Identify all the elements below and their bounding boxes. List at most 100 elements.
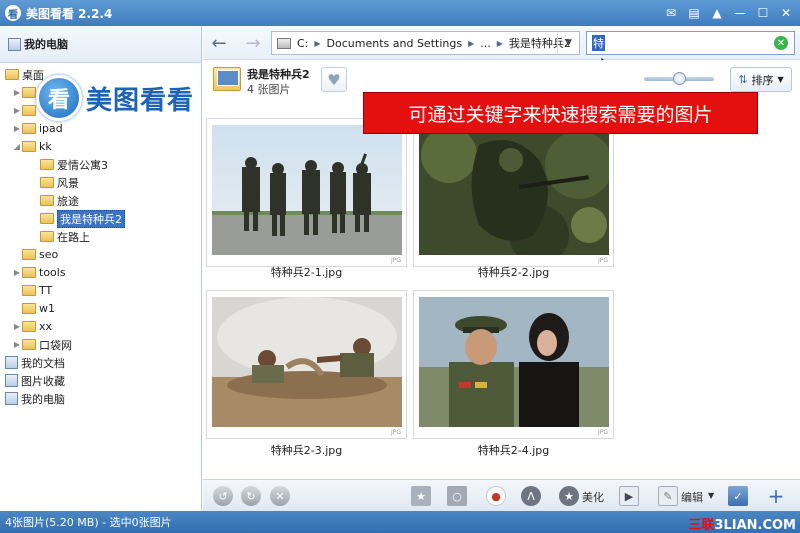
- tree-item-label: 我的文档: [21, 356, 65, 370]
- message-icon[interactable]: ✉: [661, 3, 681, 22]
- slider-thumb[interactable]: [673, 72, 686, 85]
- tree-item-my-documents[interactable]: 我的文档: [5, 354, 65, 371]
- share-qzone-icon[interactable]: ○: [447, 486, 467, 506]
- sort-button[interactable]: ⇅ 排序 ▼: [730, 67, 792, 92]
- expand-arrow-icon[interactable]: ▶: [12, 322, 22, 331]
- tree-item-woshitezhongbing2[interactable]: 我是特种兵2: [40, 209, 125, 228]
- folder-icon: [22, 267, 36, 278]
- chevron-down-icon: ▼: [777, 75, 784, 84]
- breadcrumb-separator-icon[interactable]: ▶: [465, 39, 477, 48]
- tree-item-xx[interactable]: ▶ xx: [12, 318, 52, 335]
- watermark: 三联3LIAN.COM: [688, 514, 796, 533]
- edit-icon[interactable]: ✎: [658, 486, 678, 506]
- watermark-red-text: 三联: [688, 518, 715, 533]
- folder-icon: [22, 141, 36, 152]
- annotation-callout: 可通过关键字来快速搜索需要的图片: [363, 92, 758, 134]
- weibo-icon[interactable]: ●: [486, 486, 506, 506]
- breadcrumb-separator-icon[interactable]: ▶: [494, 39, 506, 48]
- desktop-set-icon[interactable]: ✓: [728, 486, 748, 506]
- tree-item-aiqinggongyu3[interactable]: 爱情公寓3: [40, 156, 108, 173]
- tree-root-header[interactable]: 我的电脑: [0, 26, 201, 63]
- forward-arrow-icon[interactable]: →: [241, 32, 265, 54]
- folder-icon: [40, 231, 54, 242]
- pictures-icon: [5, 374, 18, 387]
- tree-root-label: 我的电脑: [24, 38, 68, 51]
- rotate-right-icon[interactable]: ↻: [241, 486, 261, 506]
- tree-item-picture-collection[interactable]: 图片收藏: [5, 372, 65, 389]
- tree-item-label: 口袋网: [39, 338, 72, 352]
- sort-icon: ⇅: [738, 73, 748, 86]
- tree-item-label: ipad: [39, 122, 63, 135]
- renren-icon[interactable]: Λ: [521, 486, 541, 506]
- chevron-down-icon[interactable]: ▼: [557, 32, 579, 54]
- wallpaper-icon[interactable]: ★: [411, 486, 431, 506]
- tree-item-tools[interactable]: ▶ tools: [12, 264, 66, 281]
- tree-item-zailushang[interactable]: 在路上: [40, 228, 90, 245]
- breadcrumb-ellipsis[interactable]: ...: [477, 37, 494, 50]
- expand-arrow-icon[interactable]: ▶: [12, 124, 22, 133]
- photo-soldiers-group: [212, 125, 402, 255]
- clear-search-icon[interactable]: ✕: [774, 36, 788, 50]
- app-logo-icon: 看: [5, 5, 21, 21]
- chevron-down-icon[interactable]: ▼: [708, 491, 714, 500]
- thumbnail-item[interactable]: JPG: [413, 118, 614, 267]
- breadcrumb-drive[interactable]: C:: [294, 37, 311, 50]
- thumbnail-item[interactable]: JPG: [206, 118, 407, 267]
- status-bar: 4张图片(5.20 MB) - 选中0张图片 三联3LIAN.COM: [0, 511, 800, 533]
- beautify-icon[interactable]: ★: [559, 486, 579, 506]
- tree-item-kk[interactable]: ◢ kk: [12, 138, 52, 155]
- bottom-toolbar: ↺ ↻ ✕ ★ ○ ● Λ ★ 美化 ▶ ✎ 编辑 ▼ ✓ +: [203, 479, 800, 511]
- tree-item-ipad[interactable]: ▶ ipad: [12, 120, 63, 137]
- current-folder-name: 我是特种兵2: [247, 68, 310, 81]
- tree-item-seo[interactable]: seo: [22, 246, 58, 263]
- tree-item-koudaiwang[interactable]: ▶ 口袋网: [12, 336, 72, 353]
- jpg-badge: JPG: [597, 429, 608, 436]
- breadcrumb-separator-icon[interactable]: ▶: [311, 39, 323, 48]
- image-count: 4 张图片: [247, 83, 291, 96]
- favorite-heart-icon[interactable]: ♥: [321, 67, 347, 92]
- jpg-badge: JPG: [390, 429, 401, 436]
- thumbnail-caption: 特种兵2-2.jpg: [477, 266, 550, 279]
- tree-item-w1[interactable]: w1: [22, 300, 55, 317]
- expand-arrow-icon[interactable]: ▶: [12, 268, 22, 277]
- tree-item-lvtu[interactable]: 旅途: [40, 192, 79, 209]
- add-icon[interactable]: +: [766, 484, 786, 508]
- thumbnail-grid: JPG 特种兵2-1.jpg JPG 特种兵2-2.jpg JPG 特种兵2-3…: [203, 104, 800, 479]
- tree-item[interactable]: ▶: [12, 84, 39, 101]
- maximize-icon[interactable]: ☐: [753, 3, 773, 22]
- expand-arrow-icon[interactable]: ▶: [12, 88, 22, 97]
- tree-item-fengjing[interactable]: 风景: [40, 174, 79, 191]
- thumbnail-caption: 特种兵2-4.jpg: [477, 444, 550, 457]
- expand-arrow-icon[interactable]: ▶: [12, 340, 22, 349]
- tree-item[interactable]: ▶: [12, 102, 39, 119]
- search-input-value: 特: [592, 35, 605, 51]
- photo-officer-portrait: [419, 297, 609, 427]
- thumbnail-size-slider[interactable]: [644, 72, 714, 85]
- address-bar[interactable]: C: ▶ Documents and Settings ▶ ... ▶ 我是特种…: [271, 31, 580, 55]
- expand-arrow-icon[interactable]: ▶: [12, 106, 22, 115]
- close-icon[interactable]: ✕: [776, 3, 796, 22]
- folder-icon: [22, 339, 36, 350]
- brand-name: 美图看看: [86, 85, 195, 116]
- breadcrumb-documents[interactable]: Documents and Settings: [324, 37, 466, 50]
- search-input[interactable]: 特 ✕: [586, 31, 795, 55]
- tree-item-label: tools: [39, 266, 66, 279]
- collapse-arrow-icon[interactable]: ◢: [12, 142, 22, 151]
- tree-item-tt[interactable]: TT: [22, 282, 52, 299]
- menu-icon[interactable]: ▤: [684, 3, 704, 22]
- minimize-icon[interactable]: —: [730, 3, 750, 22]
- beautify-label[interactable]: 美化: [582, 489, 604, 505]
- brand-logo: 看 美图看看: [36, 74, 194, 122]
- tree-item-my-computer[interactable]: 我的电脑: [5, 390, 65, 407]
- folder-icon: [22, 285, 36, 296]
- slideshow-icon[interactable]: ▶: [619, 486, 639, 506]
- folder-icon: [22, 249, 36, 260]
- edit-label[interactable]: 编辑: [681, 489, 703, 505]
- thumbnail-item[interactable]: JPG: [206, 290, 407, 439]
- thumbnail-item[interactable]: JPG: [413, 290, 614, 439]
- delete-icon[interactable]: ✕: [270, 486, 290, 506]
- folder-icon: [40, 177, 54, 188]
- skin-icon[interactable]: ▲: [707, 3, 727, 22]
- rotate-left-icon[interactable]: ↺: [213, 486, 233, 506]
- back-arrow-icon[interactable]: ←: [207, 32, 231, 54]
